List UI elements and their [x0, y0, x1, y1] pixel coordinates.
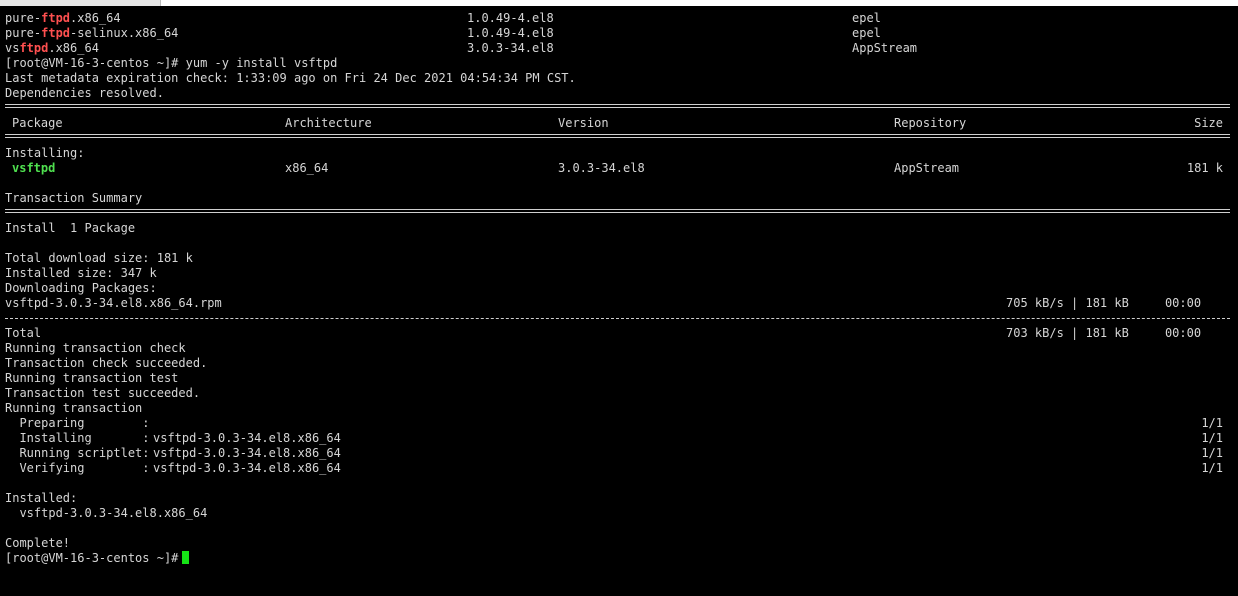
transaction-summary-line: Transaction Summary: [0, 191, 1238, 206]
step-detail: vsftpd-3.0.3-34.el8.x86_64: [153, 446, 341, 460]
install-count-text: Install 1 Package: [5, 221, 136, 235]
total-download-line: Total download size: 181 k: [0, 251, 1238, 266]
install-count-line: Install 1 Package: [0, 221, 1238, 236]
terminal-tab[interactable]: [0, 0, 161, 6]
command-text: [root@VM-16-3-centos ~]# yum -y install …: [5, 56, 338, 70]
repo-cell: epel: [852, 11, 881, 25]
table-header-row: Package Architecture Version Repository …: [0, 116, 1238, 131]
version-cell: 1.0.49-4.el8: [467, 26, 554, 40]
transaction-text: Running transaction: [5, 401, 143, 415]
installed-label-line: Installed:: [0, 491, 1238, 506]
step-line: Installing : vsftpd-3.0.3-34.el8.x86_64 …: [0, 431, 1238, 446]
step-progress: 1/1: [1201, 461, 1223, 475]
prompt-text: [root@VM-16-3-centos ~]#: [5, 551, 179, 565]
downloading-line: Downloading Packages:: [0, 281, 1238, 296]
step-line: Preparing : 1/1: [0, 416, 1238, 431]
step-detail: vsftpd-3.0.3-34.el8.x86_64: [153, 461, 341, 475]
version-cell: 3.0.3-34.el8: [467, 41, 554, 55]
step-label: Verifying :: [5, 461, 150, 475]
package-version: 3.0.3-34.el8: [558, 161, 645, 175]
rpm-download-stats: 705 kB/s | 181 kB 00:00: [1006, 296, 1202, 310]
double-rule: [5, 134, 1230, 138]
complete-text: Complete!: [5, 536, 71, 550]
step-line: Verifying : vsftpd-3.0.3-34.el8.x86_64 1…: [0, 461, 1238, 476]
repo-cell: AppStream: [852, 41, 918, 55]
installing-label: Installing:: [5, 146, 85, 160]
command-line: [root@VM-16-3-centos ~]# yum -y install …: [0, 56, 1238, 71]
deps-resolved-line: Dependencies resolved.: [0, 86, 1238, 101]
transaction-text: Running transaction test: [5, 371, 179, 385]
header-architecture: Architecture: [285, 116, 372, 130]
step-label: Running scriptlet:: [5, 446, 150, 460]
step-progress: 1/1: [1201, 431, 1223, 445]
package-repo: AppStream: [894, 161, 960, 175]
package-row: vsftpd x86_64 3.0.3-34.el8 AppStream 181…: [0, 161, 1238, 176]
transaction-text: Transaction check succeeded.: [5, 356, 208, 370]
package-name-cell: pure-ftpd.x86_64: [5, 11, 121, 25]
step-detail: vsftpd-3.0.3-34.el8.x86_64: [153, 431, 341, 445]
search-result-row: vsftpd.x86_64 3.0.3-34.el8 AppStream: [0, 41, 1238, 56]
search-result-row: pure-ftpd-selinux.x86_64 1.0.49-4.el8 ep…: [0, 26, 1238, 41]
prompt-line[interactable]: [root@VM-16-3-centos ~]#: [0, 551, 1238, 566]
installed-size-line: Installed size: 347 k: [0, 266, 1238, 281]
package-arch: x86_64: [285, 161, 329, 175]
search-result-row: pure-ftpd.x86_64 1.0.49-4.el8 epel: [0, 11, 1238, 26]
transaction-summary-text: Transaction Summary: [5, 191, 143, 205]
installing-label-line: Installing:: [0, 146, 1238, 161]
version-cell: 1.0.49-4.el8: [467, 11, 554, 25]
transaction-line: Running transaction check: [0, 341, 1238, 356]
dashed-rule: [5, 318, 1230, 319]
package-size: 181 k: [1186, 161, 1223, 175]
transaction-line: Transaction test succeeded.: [0, 386, 1238, 401]
rpm-filename: vsftpd-3.0.3-34.el8.x86_64.rpm: [5, 296, 222, 310]
window-title-strip: [0, 0, 1238, 6]
installed-size-text: Installed size: 347 k: [5, 266, 157, 280]
total-label: Total: [5, 326, 42, 340]
installed-package-line: vsftpd-3.0.3-34.el8.x86_64: [0, 506, 1238, 521]
transaction-line: Transaction check succeeded.: [0, 356, 1238, 371]
transaction-line: Running transaction: [0, 401, 1238, 416]
downloading-text: Downloading Packages:: [5, 281, 157, 295]
shell-prompt[interactable]: [root@VM-16-3-centos ~]#: [5, 551, 190, 566]
step-progress: 1/1: [1201, 446, 1223, 460]
repo-cell: epel: [852, 26, 881, 40]
total-line: Total 703 kB/s | 181 kB 00:00: [0, 326, 1238, 341]
double-rule: [5, 209, 1230, 213]
transaction-line: Running transaction test: [0, 371, 1238, 386]
package-name: vsftpd: [12, 161, 56, 175]
step-line: Running scriptlet: vsftpd-3.0.3-34.el8.x…: [0, 446, 1238, 461]
header-version: Version: [558, 116, 609, 130]
step-label: Installing :: [5, 431, 150, 445]
installed-package: vsftpd-3.0.3-34.el8.x86_64: [5, 506, 208, 520]
step-label: Preparing :: [5, 416, 150, 430]
header-package: Package: [12, 116, 63, 130]
header-repository: Repository: [894, 116, 967, 130]
total-stats: 703 kB/s | 181 kB 00:00: [1006, 326, 1202, 340]
deps-resolved-text: Dependencies resolved.: [5, 86, 164, 100]
text-cursor: [182, 551, 190, 564]
double-rule: [5, 104, 1230, 108]
transaction-text: Transaction test succeeded.: [5, 386, 201, 400]
transaction-text: Running transaction check: [5, 341, 186, 355]
total-download-text: Total download size: 181 k: [5, 251, 193, 265]
metadata-check-line: Last metadata expiration check: 1:33:09 …: [0, 71, 1238, 86]
metadata-check-text: Last metadata expiration check: 1:33:09 …: [5, 71, 576, 85]
step-progress: 1/1: [1201, 416, 1223, 430]
header-size: Size: [1194, 116, 1223, 130]
package-name-cell: vsftpd.x86_64: [5, 41, 99, 55]
complete-line: Complete!: [0, 536, 1238, 551]
rpm-download-line: vsftpd-3.0.3-34.el8.x86_64.rpm 705 kB/s …: [0, 296, 1238, 311]
package-name-cell: pure-ftpd-selinux.x86_64: [5, 26, 179, 40]
installed-label: Installed:: [5, 491, 78, 505]
